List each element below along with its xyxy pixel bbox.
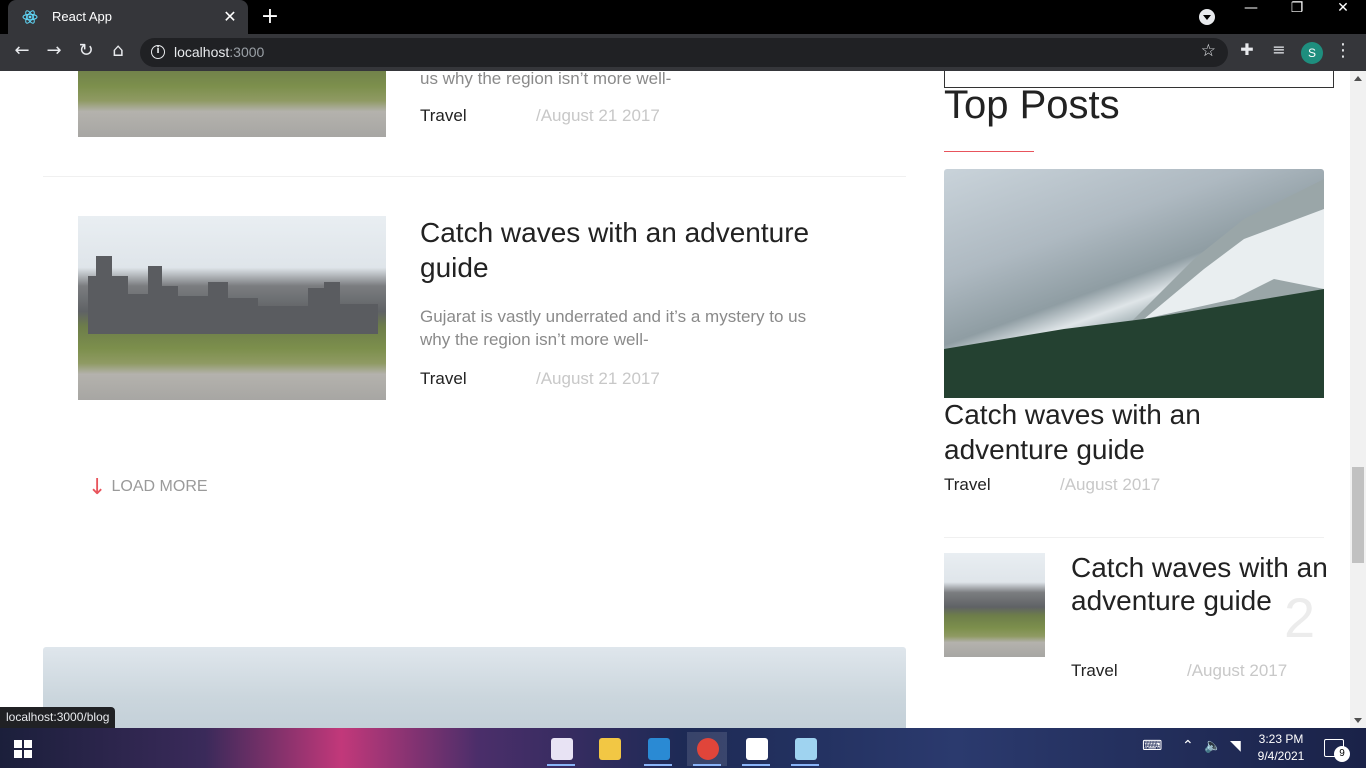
- featured-post-image[interactable]: [944, 169, 1324, 398]
- tray-chevron-icon[interactable]: ⌃: [1182, 738, 1194, 754]
- windows-start-icon[interactable]: [14, 740, 32, 758]
- top-post-thumbnail[interactable]: [944, 553, 1045, 657]
- scrollbar-thumb[interactable]: [1352, 467, 1364, 563]
- status-url-bubble: localhost:3000/blog: [0, 707, 116, 728]
- scroll-down-icon[interactable]: [1354, 718, 1362, 723]
- close-window-button[interactable]: ✕: [1320, 0, 1366, 34]
- post-excerpt: Gujarat is vastly underrated and it’s a …: [420, 307, 807, 349]
- heading-underline: [944, 151, 1034, 152]
- top-post-title[interactable]: Catch waves with an adventure guide: [1071, 551, 1331, 617]
- back-icon[interactable]: ←: [9, 40, 35, 66]
- site-info-icon[interactable]: i: [151, 45, 165, 59]
- featured-post-date: /August 2017: [1060, 475, 1161, 494]
- post-category[interactable]: Travel: [420, 369, 467, 389]
- post-image[interactable]: [78, 216, 386, 400]
- more-menu-icon[interactable]: ⋮: [1334, 40, 1352, 66]
- taskbar-slack-icon[interactable]: [736, 732, 776, 766]
- volume-icon[interactable]: 🔈: [1204, 738, 1221, 754]
- profile-avatar[interactable]: S: [1301, 42, 1323, 64]
- castle-silhouette: [88, 256, 378, 334]
- omnibox[interactable]: i localhost:3000 ☆: [140, 38, 1228, 67]
- banner-image[interactable]: [43, 647, 906, 728]
- taskbar-file-explorer-icon[interactable]: [589, 732, 629, 766]
- keyboard-icon[interactable]: ⌨: [1142, 738, 1162, 754]
- mountain-shape: [944, 179, 1324, 398]
- top-post-date: /August 2017: [1187, 661, 1288, 680]
- featured-post-title[interactable]: Catch waves with an adventure guide: [944, 397, 1324, 467]
- top-post-category[interactable]: Travel: [1071, 661, 1118, 681]
- wifi-icon[interactable]: ◥: [1230, 738, 1241, 754]
- taskbar-chrome-icon[interactable]: [687, 732, 727, 766]
- post-divider: [43, 176, 906, 177]
- prev-post-category[interactable]: Travel: [420, 106, 467, 126]
- notification-count-badge: 9: [1334, 746, 1350, 762]
- restore-button[interactable]: ❐: [1274, 0, 1320, 34]
- page-viewport: us why the region isn’t more well- Trave…: [0, 71, 1350, 728]
- media-control-icon[interactable]: ≡: [1266, 40, 1292, 66]
- load-more-button[interactable]: ↓ LOAD MORE: [88, 475, 208, 500]
- extensions-icon[interactable]: ✚: [1234, 40, 1260, 66]
- minimize-button[interactable]: —: [1228, 0, 1274, 34]
- tab-search-icon[interactable]: [1199, 9, 1215, 25]
- featured-post-category[interactable]: Travel: [944, 475, 991, 495]
- react-icon: [22, 10, 38, 24]
- prev-post-excerpt: us why the region isn’t more well-: [420, 71, 672, 88]
- sidebar-heading: Top Posts: [944, 83, 1120, 127]
- windows-taskbar: ⌨ ⌃ 🔈 ◥ 3:23 PM 9/4/2021 9: [0, 728, 1366, 768]
- bookmark-star-icon[interactable]: ☆: [1201, 41, 1216, 61]
- new-tab-button[interactable]: +: [258, 5, 282, 29]
- arrow-down-icon: ↓: [88, 475, 107, 500]
- forward-icon[interactable]: →: [41, 40, 67, 66]
- page-scrollbar[interactable]: [1350, 71, 1366, 728]
- tab-bar: React App ✕ + — ❐ ✕: [0, 0, 1366, 34]
- tab-react-app[interactable]: React App ✕: [8, 0, 248, 34]
- reload-icon[interactable]: ↻: [73, 40, 99, 66]
- url-text[interactable]: localhost:3000: [174, 44, 264, 60]
- prev-post-image[interactable]: [78, 71, 386, 137]
- post-title[interactable]: Catch waves with an adventure guide: [420, 215, 820, 285]
- taskbar-vscode-icon[interactable]: [638, 732, 678, 766]
- load-more-label: LOAD MORE: [111, 478, 208, 495]
- home-icon[interactable]: ⌂: [105, 40, 131, 66]
- post-date: /August 21 2017: [536, 369, 660, 388]
- scroll-up-icon[interactable]: [1354, 76, 1362, 81]
- taskbar-paint-icon[interactable]: [541, 732, 581, 766]
- clock-date: 9/4/2021: [1257, 749, 1305, 763]
- address-bar: ← → ↻ ⌂ i localhost:3000 ☆ ✚ ≡ S ⋮: [0, 34, 1366, 71]
- clock-time: 3:23 PM: [1258, 732, 1304, 746]
- sidebar-divider: [944, 537, 1324, 538]
- taskbar-notepad-icon[interactable]: [785, 732, 825, 766]
- prev-post-date: /August 21 2017: [536, 106, 660, 125]
- tab-close-icon[interactable]: ✕: [220, 7, 240, 27]
- tab-title: React App: [52, 9, 112, 24]
- taskbar-clock[interactable]: 3:23 PM 9/4/2021: [1252, 731, 1310, 765]
